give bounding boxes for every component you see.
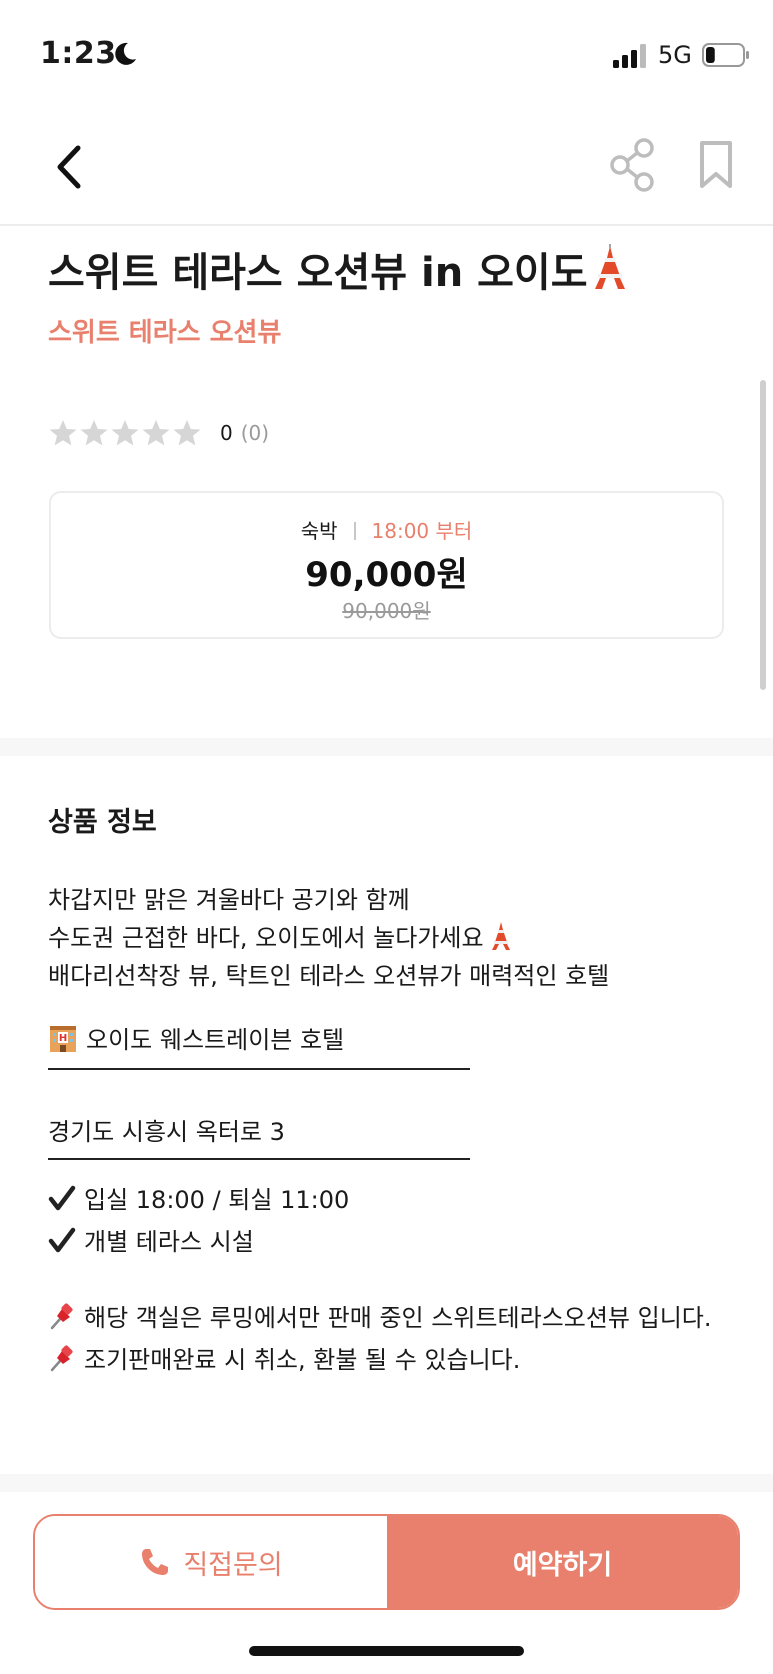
notice-text: 해당 객실은 루밍에서만 판매 중인 스위트테라스오션뷰 입니다. [84, 1304, 712, 1332]
product-info-title: 상품 정보 [48, 807, 157, 838]
page-title: 스위트 테라스 오션뷰 in 오이도 [48, 240, 628, 298]
notice-line: 조기판매완료 시 취소, 환불 될 수 있습니다. [48, 1340, 520, 1375]
scrollbar[interactable] [760, 380, 766, 690]
address: 경기도 시흥시 옥터로 3 [48, 1118, 285, 1146]
network-type: 5G [658, 41, 692, 69]
status-time: 1:23 [40, 36, 117, 71]
description-line: 수도권 근접한 바다, 오이도에서 놀다가세요 [48, 918, 512, 953]
facility-line: 개별 테라스 시설 [48, 1222, 254, 1257]
section-divider [0, 1474, 773, 1492]
divider-line [48, 1068, 470, 1070]
notice-line: 해당 객실은 루밍에서만 판매 중인 스위트테라스오션뷰 입니다. [48, 1298, 711, 1333]
hotel-name: 오이도 웨스트레이븐 호텔 [86, 1026, 345, 1054]
battery-icon [702, 43, 749, 67]
divider [353, 522, 356, 540]
star-icon [173, 420, 201, 446]
check-mark-icon [48, 1185, 76, 1211]
original-price: 90,000원 [342, 599, 431, 623]
price-card[interactable]: 숙박 18:00 부터 90,000원 90,000원 [49, 491, 724, 639]
back-button[interactable] [48, 138, 94, 196]
description-line: 배다리선착장 뷰, 탁트인 테라스 오션뷰가 매력적인 호텔 [48, 962, 610, 990]
tower-icon [491, 922, 510, 950]
price-header: 숙박 18:00 부터 [51, 515, 722, 544]
tower-icon [594, 244, 625, 289]
description-text: 수도권 근접한 바다, 오이도에서 놀다가세요 [48, 924, 484, 952]
hotel-icon: H [50, 1026, 76, 1052]
star-icon [142, 420, 170, 446]
share-icon[interactable] [608, 138, 656, 192]
star-icon [111, 420, 139, 446]
reserve-button[interactable]: 예약하기 [387, 1516, 738, 1608]
bookmark-icon[interactable] [694, 138, 738, 192]
check-mark-icon [48, 1227, 76, 1253]
status-bar: 1:23 5G [0, 0, 773, 110]
svg-text:H: H [59, 1033, 67, 1044]
notice-text: 조기판매완료 시 취소, 환불 될 수 있습니다. [84, 1346, 521, 1374]
product-detail-page: 1:23 5G 스위트 테라스 오션뷰 in 오이도 스위트 테라스 오션뷰 0… [0, 0, 773, 1674]
contact-label: 직접문의 [183, 1549, 283, 1581]
description-line: 차갑지만 맑은 겨울바다 공기와 함께 [48, 886, 410, 914]
contact-button[interactable]: 직접문의 [35, 1516, 387, 1608]
price: 90,000원 [305, 555, 468, 595]
pushpin-icon [50, 1303, 73, 1330]
bottom-action-bar: 직접문의 예약하기 [33, 1514, 740, 1610]
section-divider [0, 738, 773, 756]
page-title-text: 스위트 테라스 오션뷰 in 오이도 [48, 250, 588, 296]
rating-stars [48, 418, 202, 448]
hotel-name-line: H 오이도 웨스트레이븐 호텔 [48, 1020, 344, 1055]
star-icon [49, 420, 77, 446]
rating-score: 0 [220, 421, 233, 445]
checkin-time: 18:00 부터 [371, 519, 473, 543]
check-times-line: 입실 18:00 / 퇴실 11:00 [48, 1180, 349, 1215]
star-icon [80, 420, 108, 446]
stay-type: 숙박 [300, 519, 338, 543]
phone-icon [142, 1549, 169, 1575]
pushpin-icon [50, 1345, 73, 1372]
rating: 0 (0) [48, 416, 269, 450]
divider-line [48, 1158, 470, 1160]
nav-bar [0, 110, 773, 226]
facility: 개별 테라스 시설 [84, 1228, 254, 1256]
page-subtitle: 스위트 테라스 오션뷰 [48, 318, 282, 348]
moon-icon [115, 42, 136, 65]
home-indicator [249, 1646, 524, 1656]
rating-count: (0) [240, 421, 270, 445]
signal-icon [613, 44, 646, 68]
check-times: 입실 18:00 / 퇴실 11:00 [84, 1186, 350, 1214]
